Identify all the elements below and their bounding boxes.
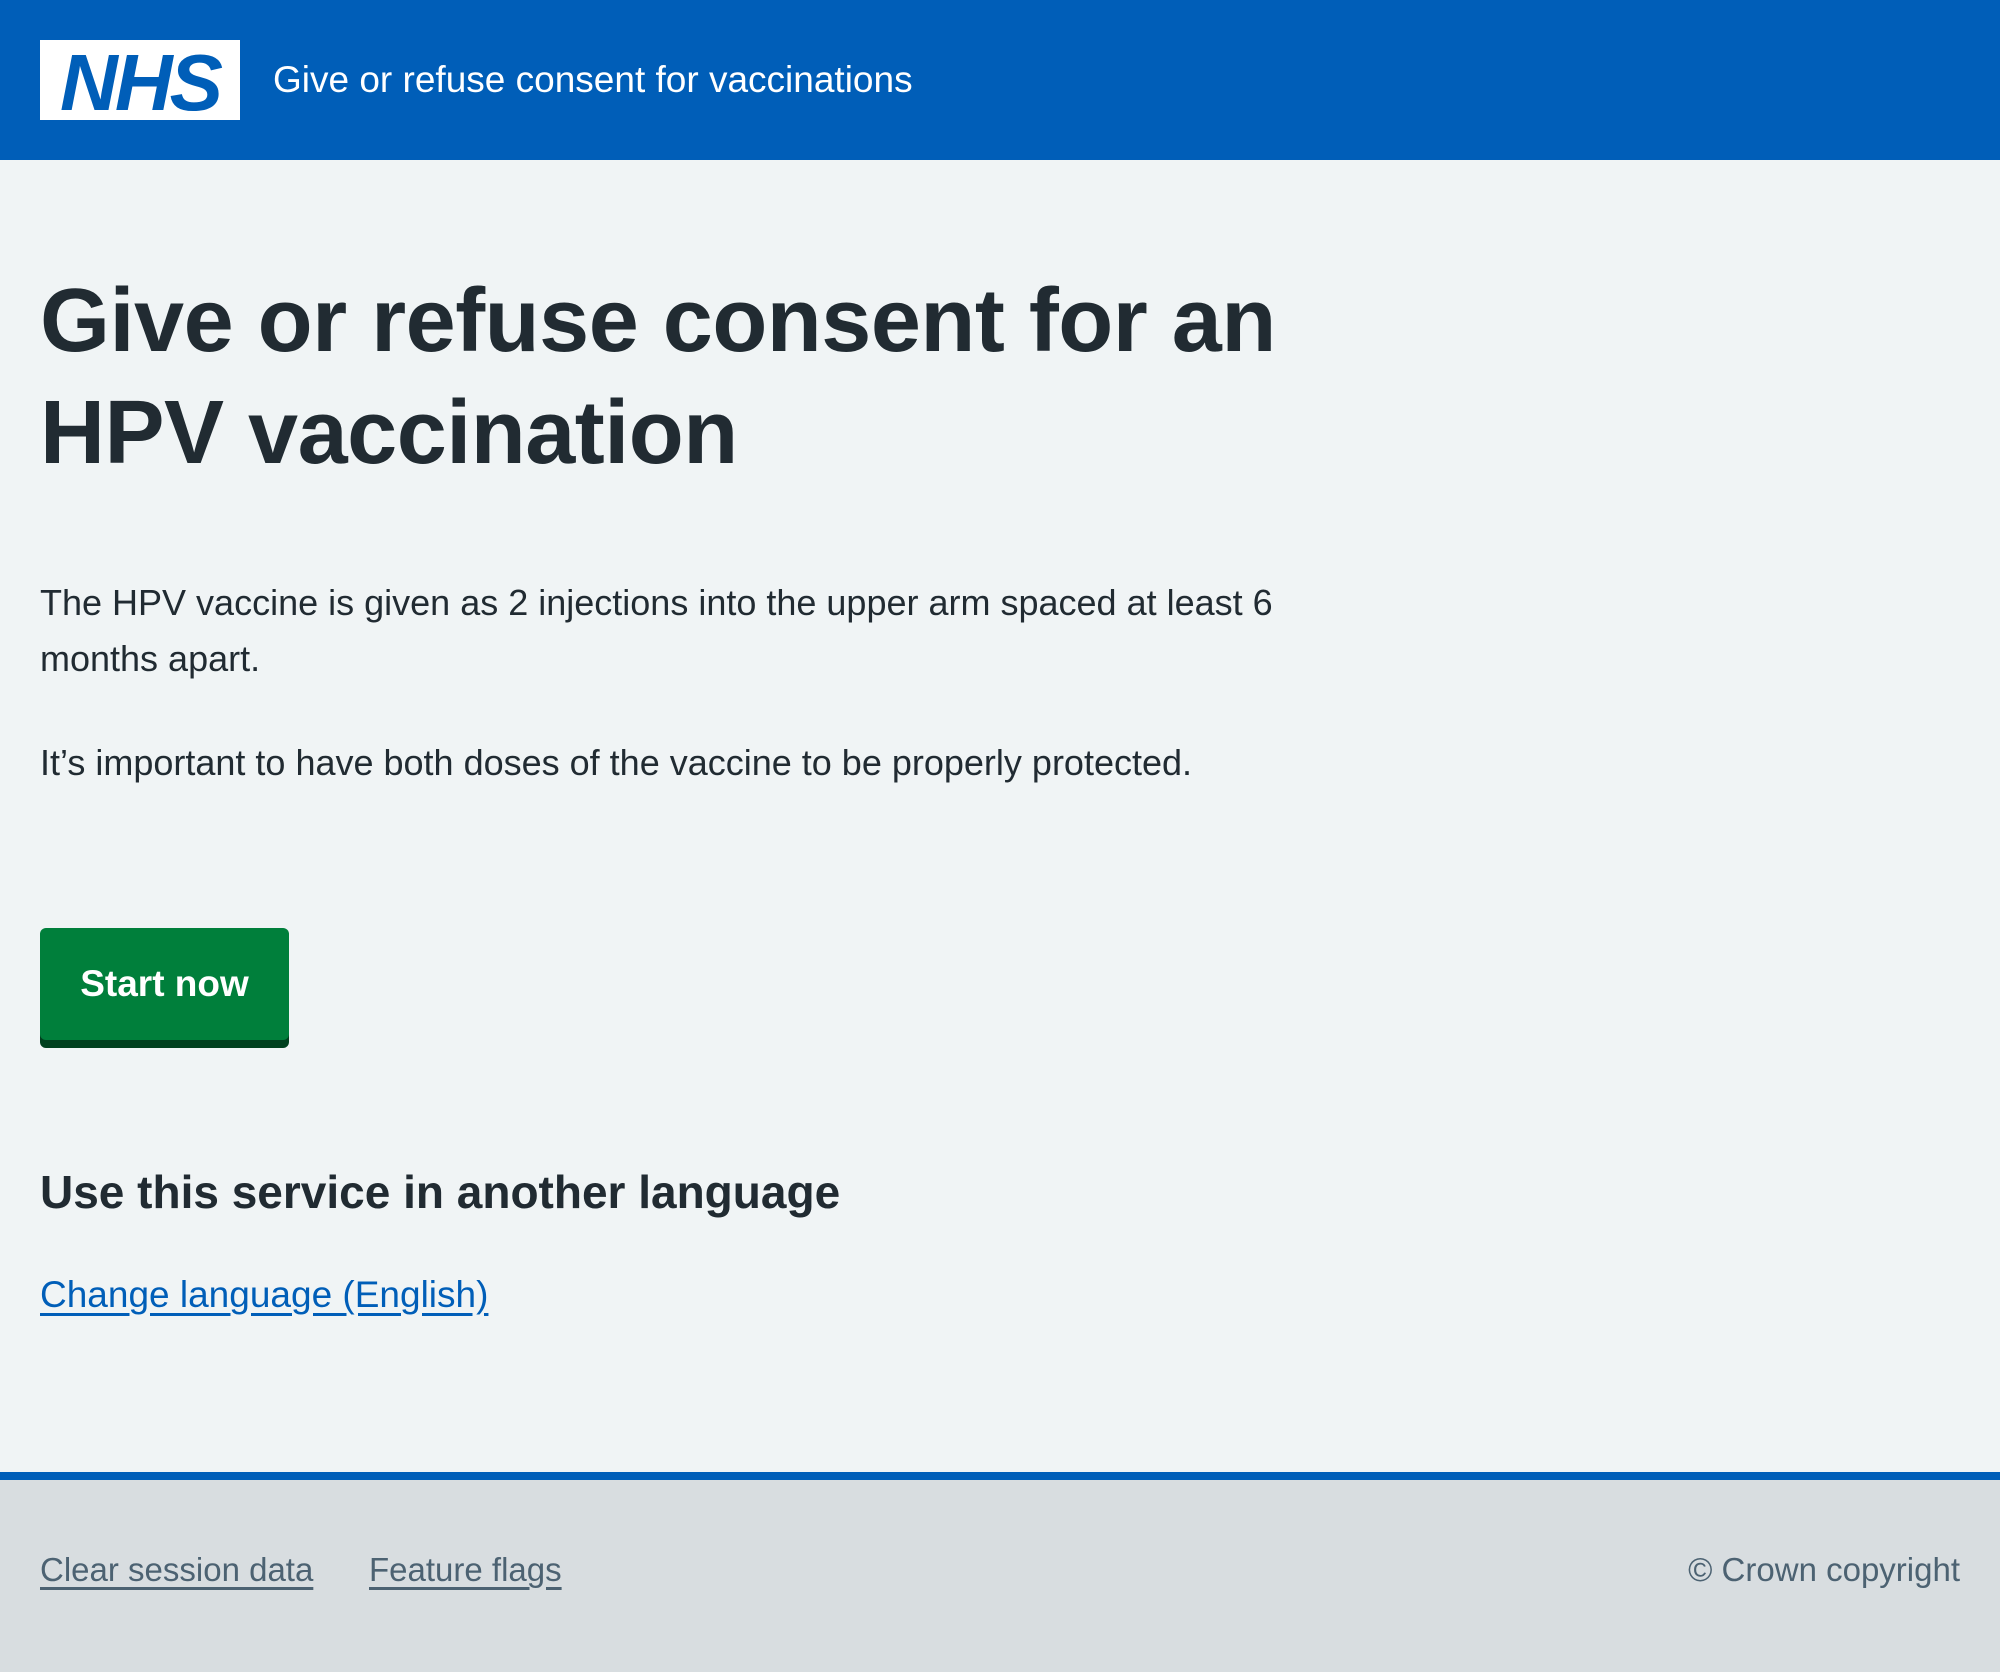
start-now-button[interactable]: Start now bbox=[40, 928, 289, 1040]
svg-text:NHS: NHS bbox=[60, 40, 223, 120]
copyright-text: © Crown copyright bbox=[1688, 1551, 1960, 1588]
site-footer: Clear session data Feature flags © Crown… bbox=[0, 1472, 2000, 1672]
clear-session-data-link[interactable]: Clear session data bbox=[40, 1548, 313, 1592]
intro-paragraph: The HPV vaccine is given as 2 injections… bbox=[40, 582, 1273, 679]
nhs-logo[interactable]: NHS bbox=[40, 40, 240, 120]
language-heading: Use this service in another language bbox=[40, 1166, 841, 1218]
doses-paragraph: It’s important to have both doses of the… bbox=[40, 742, 1193, 783]
service-name[interactable]: Give or refuse consent for vaccinations bbox=[273, 56, 913, 104]
site-header: NHS Give or refuse consent for vaccinati… bbox=[0, 0, 2000, 160]
change-language-link[interactable]: Change language (English) bbox=[40, 1270, 488, 1320]
page-title: Give or refuse consent for an HPV vaccin… bbox=[40, 271, 1276, 483]
feature-flags-link[interactable]: Feature flags bbox=[369, 1548, 562, 1592]
